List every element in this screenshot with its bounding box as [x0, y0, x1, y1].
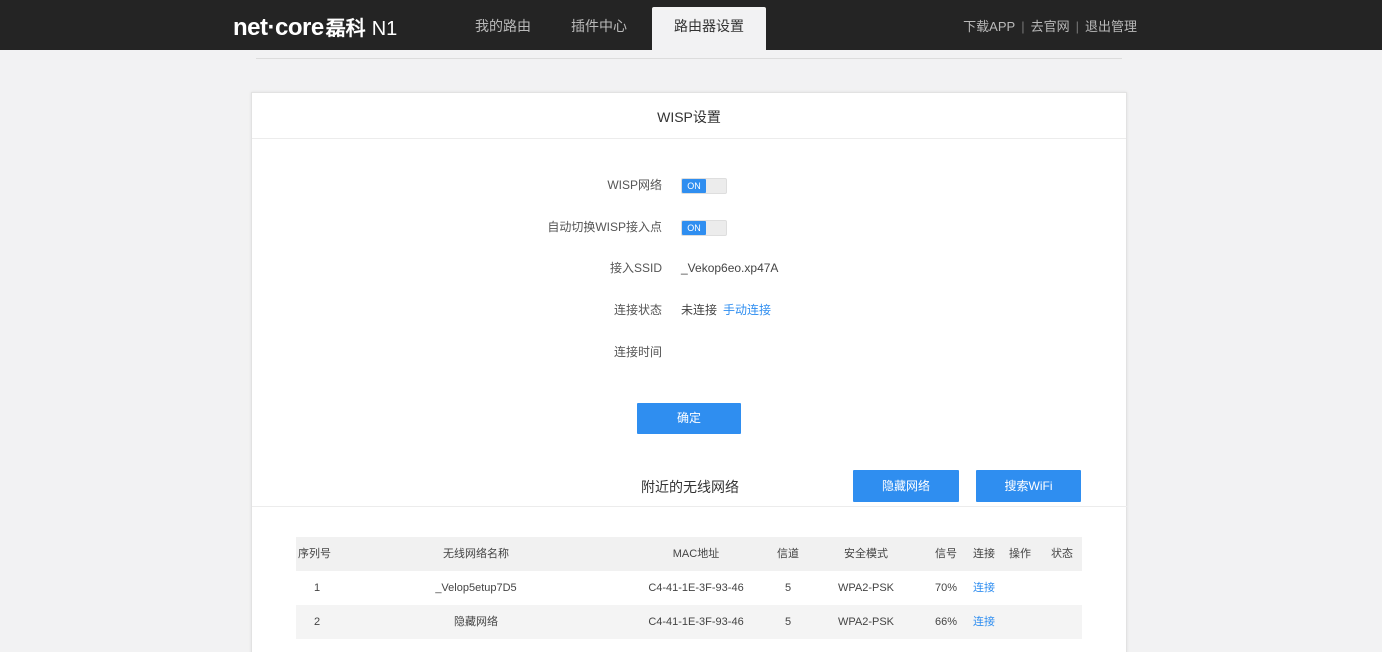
logo-model: N1 — [371, 18, 398, 40]
row-name: 隐藏网络 — [454, 616, 498, 628]
header-status: 状态 — [1051, 548, 1073, 560]
table-row: 1 _Velop5etup7D5 C4-41-1E-3F-93-46 5 WPA… — [296, 571, 1082, 605]
row-signal: 70% — [934, 582, 958, 594]
status-row: 连接状态 未连接 手动连接 — [252, 300, 1128, 320]
toggle-knob: ON — [682, 179, 706, 193]
auto-switch-row: 自动切换WISP接入点 ON — [252, 217, 1128, 237]
table-row: 2 隐藏网络 C4-41-1E-3F-93-46 5 WPA2-PSK 66% … — [296, 605, 1082, 639]
row-index: 2 — [314, 616, 321, 628]
row-index: 1 — [314, 582, 321, 594]
status-label: 连接状态 — [613, 303, 662, 317]
tab-plugin-center[interactable]: 插件中心 — [556, 0, 642, 50]
ssid-value: _Vekop6eo.xp47A — [681, 261, 779, 275]
nearby-networks-table: 序列号 无线网络名称 MAC地址 信道 安全模式 信号 连接 操作 状态 1 _… — [296, 537, 1082, 639]
row-channel: 5 — [784, 582, 792, 594]
duration-row: 连接时间 — [252, 342, 1128, 362]
duration-label: 连接时间 — [613, 345, 662, 359]
header-index: 序列号 — [298, 548, 331, 560]
logout-link[interactable]: 退出管理 — [1085, 0, 1137, 50]
row-signal: 66% — [934, 616, 958, 628]
top-navigation-bar: net·core 磊科 N1 我的路由 插件中心 路由器设置 下载APP | 去… — [0, 0, 1382, 50]
header-connect: 连接 — [973, 548, 995, 560]
table-header-row: 序列号 无线网络名称 MAC地址 信道 安全模式 信号 连接 操作 状态 — [296, 537, 1082, 571]
header-signal: 信号 — [935, 548, 957, 560]
download-app-link[interactable]: 下载APP — [963, 0, 1015, 50]
tab-router-settings[interactable]: 路由器设置 — [652, 7, 766, 50]
ssid-label: 接入SSID — [609, 261, 662, 275]
row-connect-link[interactable]: 连接 — [966, 571, 1002, 605]
manual-connect-link[interactable]: 手动连接 — [723, 303, 771, 317]
hidden-network-button[interactable]: 隐藏网络 — [853, 470, 959, 502]
status-value: 未连接 — [681, 303, 718, 317]
auto-switch-label: 自动切换WISP接入点 — [547, 220, 662, 234]
search-wifi-button[interactable]: 搜索WiFi — [976, 470, 1081, 502]
row-security: WPA2-PSK — [837, 616, 895, 628]
header-security: 安全模式 — [844, 548, 888, 560]
toggle-knob: ON — [682, 221, 706, 235]
wisp-network-toggle[interactable]: ON — [681, 178, 727, 194]
wisp-network-label: WISP网络 — [607, 178, 662, 192]
header-links: 下载APP | 去官网 | 退出管理 — [963, 0, 1137, 50]
top-divider — [256, 58, 1122, 59]
tab-my-router[interactable]: 我的路由 — [460, 0, 546, 50]
header-channel: 信道 — [777, 548, 799, 560]
ssid-row: 接入SSID _Vekop6eo.xp47A — [252, 258, 1128, 278]
link-separator: | — [1075, 19, 1079, 34]
auto-switch-toggle[interactable]: ON — [681, 220, 727, 236]
row-name: _Velop5etup7D5 — [435, 582, 517, 594]
main-nav: 我的路由 插件中心 路由器设置 — [460, 0, 776, 50]
row-channel: 5 — [784, 616, 792, 628]
logo-brand: net·core — [233, 14, 324, 41]
official-site-link[interactable]: 去官网 — [1031, 0, 1070, 50]
netcore-logo[interactable]: net·core 磊科 N1 — [233, 12, 398, 41]
link-separator: | — [1021, 19, 1025, 34]
header-name: 无线网络名称 — [443, 548, 509, 560]
wisp-settings-card: WISP设置 WISP网络 ON 自动切换WISP接入点 ON 接入SSID _… — [251, 92, 1128, 652]
status-value-group: 未连接 手动连接 — [681, 300, 771, 320]
section-divider — [252, 506, 1128, 507]
confirm-button[interactable]: 确定 — [637, 403, 741, 434]
wisp-network-row: WISP网络 ON — [252, 175, 1128, 195]
card-title: WISP设置 — [252, 93, 1126, 139]
logo-cn-name: 磊科 — [325, 18, 366, 40]
header-action: 操作 — [1009, 548, 1031, 560]
row-security: WPA2-PSK — [837, 582, 895, 594]
row-connect-link[interactable]: 连接 — [966, 605, 1002, 639]
